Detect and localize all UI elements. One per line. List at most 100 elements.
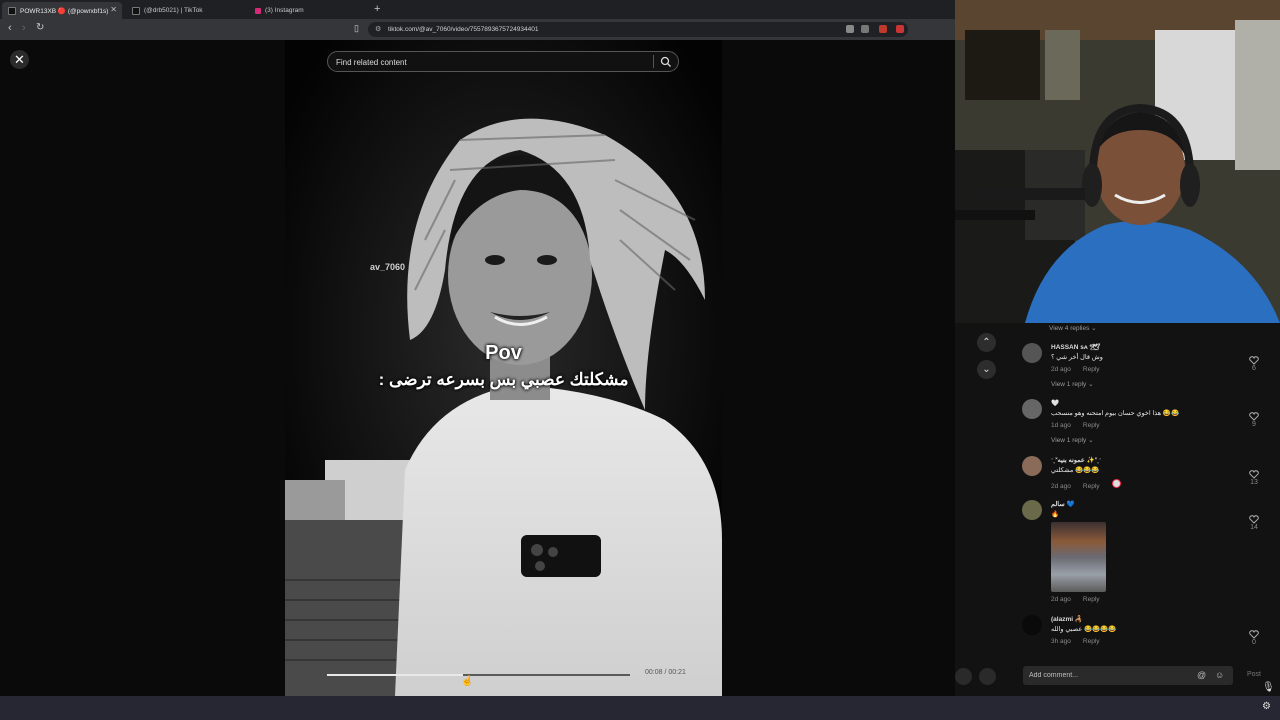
instagram-icon bbox=[255, 7, 261, 14]
comment-text: 🔥 bbox=[1051, 511, 1060, 518]
reply-button[interactable]: Reply bbox=[1083, 483, 1100, 490]
reload-icon[interactable]: ↻ bbox=[36, 22, 44, 33]
captions-button[interactable] bbox=[955, 668, 972, 685]
mic-icon[interactable]: 🎙 bbox=[1262, 682, 1275, 693]
bookmark-icon[interactable]: ▯ bbox=[354, 23, 359, 34]
avatar[interactable] bbox=[1022, 399, 1042, 419]
like-count: 6 bbox=[1252, 365, 1256, 372]
search-input[interactable] bbox=[328, 52, 658, 73]
video-time: 00:08 / 00:21 bbox=[645, 669, 686, 676]
like-count: 9 bbox=[1252, 421, 1256, 428]
volume-button[interactable] bbox=[979, 668, 996, 685]
avatar[interactable] bbox=[1022, 615, 1042, 635]
comment-composer: @ ☺ Post bbox=[955, 663, 1280, 696]
avatar[interactable] bbox=[1022, 500, 1042, 520]
reply-button[interactable]: Reply bbox=[1083, 638, 1100, 645]
video-page: ✕ Find related content av_7060 Pov مشكلت… bbox=[0, 40, 955, 696]
video-progress-fill bbox=[327, 674, 464, 676]
view-replies-link[interactable]: View 4 replies ⌄ bbox=[1049, 324, 1097, 332]
view-replies-link[interactable]: View 1 reply ⌄ bbox=[1051, 380, 1094, 388]
comment-author[interactable]: HASSAN ѕᴀ *̷͟͞🕊 bbox=[1051, 343, 1100, 351]
tiktok-icon bbox=[132, 6, 140, 15]
tab-powr[interactable]: POWR13XB 🔴 (@powrxbf1s) ✕ bbox=[2, 2, 122, 19]
next-video-button[interactable]: ⌄ bbox=[977, 360, 996, 379]
alert-icon[interactable] bbox=[896, 25, 904, 33]
cast-icon[interactable] bbox=[861, 25, 869, 33]
previous-video-button[interactable]: ⌃ bbox=[977, 333, 996, 352]
video-caption-title: Pov bbox=[485, 342, 522, 364]
reply-button[interactable]: Reply bbox=[1083, 422, 1100, 429]
comment-item: HASSAN ѕᴀ *̷͟͞🕊 وش قال أخر شي ؟ 2d ago Re… bbox=[1022, 343, 1272, 403]
browser-toolbar: ‹ › ↻ ▯ ⚙ tiktok.com/@av_7060/video/7557… bbox=[0, 19, 955, 40]
comment-author[interactable]: سالم 💙 bbox=[1051, 500, 1075, 508]
comment-age: 2d ago bbox=[1051, 483, 1071, 490]
shield-icon[interactable] bbox=[879, 25, 887, 33]
site-info-icon[interactable]: ⚙ bbox=[375, 22, 381, 37]
hand-cursor-icon: ☝ bbox=[461, 676, 474, 687]
close-video-button[interactable]: ✕ bbox=[10, 50, 29, 69]
avatar[interactable] bbox=[1022, 343, 1042, 363]
comment-item: 🤍 هذا اخوي حسان بيوم امتحنه وهو منسحب 😂😂… bbox=[1022, 399, 1272, 459]
comment-author[interactable]: (alazmi 🦂 bbox=[1051, 615, 1083, 623]
close-icon[interactable]: ✕ bbox=[110, 5, 117, 14]
comment-text: وش قال أخر شي ؟ bbox=[1051, 354, 1103, 361]
search-icon[interactable] bbox=[660, 56, 672, 68]
comment-item: ˑ˳˟عمونه بنيه ✨˟˳ˑ مشكلتي 😂😂😂 2d ago Repl… bbox=[1022, 456, 1272, 496]
like-count: 0 bbox=[1252, 639, 1256, 646]
comment-photo[interactable] bbox=[1051, 522, 1106, 592]
video-progress-bar[interactable] bbox=[327, 674, 630, 676]
comment-meta: 2d ago Reply bbox=[1051, 596, 1112, 603]
taskbar bbox=[0, 696, 1280, 720]
back-icon[interactable]: ‹ bbox=[8, 22, 12, 34]
view-replies-label: View 4 replies bbox=[1049, 325, 1090, 332]
comment-meta: 3h ago Reply bbox=[1051, 638, 1112, 645]
reply-button[interactable]: Reply bbox=[1083, 366, 1100, 373]
view-replies-link[interactable]: View 1 reply ⌄ bbox=[1051, 436, 1094, 444]
video-caption-text: مشكلتك عصبي بس بسرعه ترضى : bbox=[378, 370, 629, 389]
tab-instagram[interactable]: (3) Instagram bbox=[249, 2, 369, 19]
tab-label: POWR13XB 🔴 (@powrxbf1s) bbox=[20, 7, 109, 15]
video-frame-image bbox=[285, 40, 722, 696]
video-player[interactable]: av_7060 Pov مشكلتك عصبي بس بسرعه ترضى : … bbox=[285, 40, 722, 696]
tab-label: (@drb5021) | TikTok bbox=[144, 7, 203, 14]
webcam-feed bbox=[955, 0, 1280, 323]
new-tab-button[interactable]: + bbox=[374, 3, 380, 15]
search-related-box bbox=[327, 51, 679, 73]
comment-text: عصبي والله 😂😂😂😂 bbox=[1051, 626, 1117, 633]
browser-tab-bar: POWR13XB 🔴 (@powrxbf1s) ✕ (@drb5021) | T… bbox=[0, 0, 955, 19]
tab-drb[interactable]: (@drb5021) | TikTok bbox=[126, 2, 246, 19]
forward-icon[interactable]: › bbox=[22, 22, 26, 34]
comment-list: View 4 replies ⌄ HASSAN ѕᴀ *̷͟͞🕊 وش قال … bbox=[1020, 323, 1275, 696]
url-text: tiktok.com/@av_7060/video/75578936757249… bbox=[388, 26, 539, 33]
webcam-image bbox=[955, 0, 1280, 323]
comment-meta: 1d ago Reply bbox=[1051, 422, 1112, 429]
reply-button[interactable]: Reply bbox=[1083, 596, 1100, 603]
comment-age: 3h ago bbox=[1051, 638, 1071, 645]
tab-label: (3) Instagram bbox=[265, 7, 304, 14]
comment-age: 1d ago bbox=[1051, 422, 1071, 429]
tiktok-icon bbox=[8, 6, 16, 15]
comments-panel: ⌃ ⌄ View 4 replies ⌄ HASSAN ѕᴀ *̷͟͞🕊 وش … bbox=[955, 323, 1280, 696]
comment-item: (alazmi 🦂 عصبي والله 😂😂😂😂 3h ago Reply 0 bbox=[1022, 615, 1272, 655]
comment-author[interactable]: 🤍 bbox=[1051, 399, 1059, 407]
mention-icon[interactable]: @ bbox=[1197, 670, 1206, 680]
address-bar[interactable]: ⚙ tiktok.com/@av_7060/video/755789367572… bbox=[368, 22, 908, 37]
comment-text: مشكلتي 😂😂😂 bbox=[1051, 467, 1100, 474]
avatar[interactable] bbox=[1022, 456, 1042, 476]
post-button[interactable]: Post bbox=[1247, 671, 1261, 678]
gear-icon[interactable]: ⚙ bbox=[1262, 701, 1271, 712]
creator-liked-icon bbox=[1111, 479, 1121, 488]
like-count: 13 bbox=[1250, 479, 1258, 486]
extension-icon[interactable] bbox=[846, 25, 854, 33]
comment-meta: 2d ago Reply bbox=[1051, 479, 1133, 490]
comment-author[interactable]: ˑ˳˟عمونه بنيه ✨˟˳ˑ bbox=[1051, 456, 1101, 464]
like-count: 14 bbox=[1250, 524, 1258, 531]
divider bbox=[653, 55, 654, 68]
emoji-icon[interactable]: ☺ bbox=[1215, 670, 1224, 680]
comment-meta: 2d ago Reply bbox=[1051, 366, 1112, 373]
comment-item: سالم 💙 🔥 2d ago Reply 14 bbox=[1022, 500, 1272, 610]
comment-text: هذا اخوي حسان بيوم امتحنه وهو منسحب 😂😂 bbox=[1051, 410, 1180, 417]
view-replies-label: View 1 reply bbox=[1051, 381, 1087, 388]
comment-age: 2d ago bbox=[1051, 596, 1071, 603]
video-watermark: av_7060 bbox=[370, 262, 406, 272]
